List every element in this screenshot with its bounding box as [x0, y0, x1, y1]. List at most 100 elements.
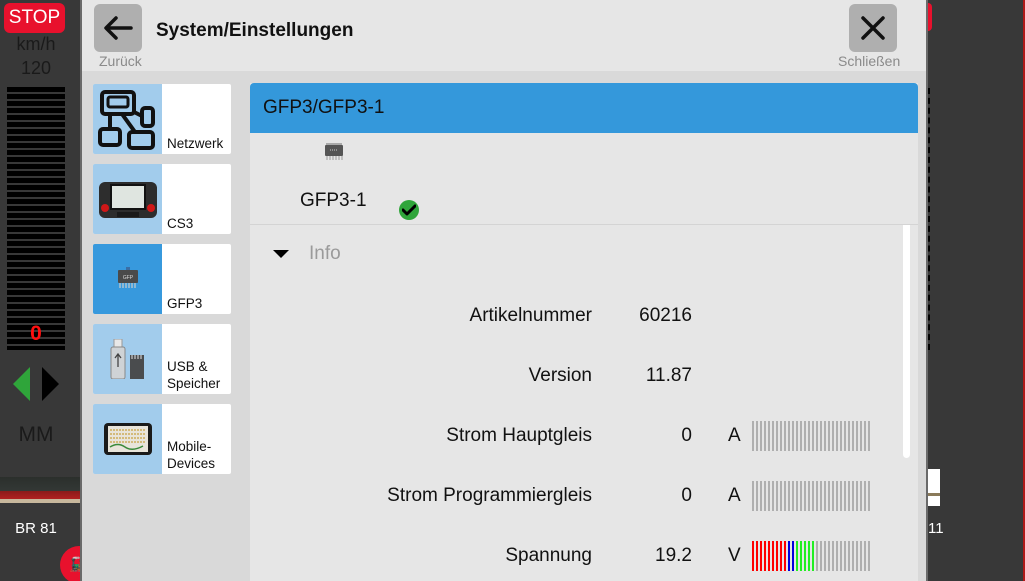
sidebar-item-gfp3[interactable]: GFP GFP3 — [93, 244, 231, 314]
level-meter — [752, 421, 870, 451]
meter-segment — [824, 481, 826, 511]
meter-segment — [860, 541, 862, 571]
meter-segment — [832, 421, 834, 451]
meter-segment — [860, 421, 862, 451]
meter-segment — [856, 421, 858, 451]
meter-segment — [864, 421, 866, 451]
meter-segment — [808, 421, 810, 451]
stop-button[interactable]: STOP — [4, 3, 65, 33]
sidebar-item-netzwerk[interactable]: Netzwerk — [93, 84, 231, 154]
meter-segment — [840, 541, 842, 571]
meter-segment — [776, 541, 778, 571]
meter-segment — [780, 481, 782, 511]
section-label: Info — [309, 243, 341, 264]
meter-segment — [832, 541, 834, 571]
arrow-left-icon — [104, 16, 133, 40]
meter-segment — [764, 421, 766, 451]
row-label: Spannung — [505, 545, 592, 566]
device-name: GFP3-1 — [300, 190, 367, 211]
row-label: Version — [528, 365, 592, 386]
meter-segment — [844, 481, 846, 511]
meter-segment — [840, 481, 842, 511]
loco-name-right: 11 — [928, 520, 944, 537]
meter-segment — [868, 421, 870, 451]
meter-segment — [784, 541, 786, 571]
locomotive-image-right[interactable] — [928, 469, 940, 506]
meter-segment — [772, 481, 774, 511]
close-label[interactable]: Schließen — [838, 53, 900, 69]
loco-control-right: 11 — [928, 0, 1025, 581]
speed-slider-right[interactable] — [928, 88, 930, 350]
meter-segment — [816, 421, 818, 451]
meter-segment — [752, 481, 754, 511]
row-value: 11.87 — [645, 365, 692, 386]
speed-value: 0 — [30, 322, 42, 345]
chip-icon — [324, 143, 344, 166]
close-button[interactable] — [849, 4, 897, 52]
back-button[interactable] — [94, 4, 142, 52]
meter-segment — [868, 481, 870, 511]
meter-segment — [784, 421, 786, 451]
meter-segment — [864, 481, 866, 511]
row-unit: A — [728, 425, 741, 446]
panel-title: GFP3/GFP3-1 — [263, 97, 385, 118]
sidebar-item-label: GFP3 — [167, 296, 203, 311]
meter-segment — [836, 421, 838, 451]
row-label: Strom Hauptgleis — [446, 425, 592, 446]
meter-segment — [760, 421, 762, 451]
meter-segment — [788, 421, 790, 451]
level-meter — [752, 481, 870, 511]
sidebar-item-label: Mobile- Devices — [167, 439, 216, 471]
meter-segment — [812, 541, 814, 571]
meter-segment — [796, 481, 798, 511]
meter-segment — [828, 481, 830, 511]
meter-segment — [772, 421, 774, 451]
meter-segment — [824, 541, 826, 571]
meter-segment — [816, 541, 818, 571]
speed-slider[interactable] — [7, 87, 65, 350]
info-row-spannung: Spannung 19.2 V — [250, 541, 918, 571]
settings-sidebar: Netzwerk CS3 GFP GFP3 USB & Speicher Mob… — [93, 84, 231, 484]
meter-segment — [804, 421, 806, 451]
direction-right-icon[interactable] — [42, 367, 59, 401]
direction-left-icon[interactable] — [13, 367, 30, 401]
device-panel: GFP3/GFP3-1 GFP3-1 Info Artikelnummer 60… — [250, 83, 918, 581]
meter-segment — [840, 421, 842, 451]
sidebar-item-cs3[interactable]: CS3 — [93, 164, 231, 234]
meter-segment — [792, 541, 794, 571]
meter-segment — [788, 481, 790, 511]
meter-segment — [808, 541, 810, 571]
meter-segment — [764, 541, 766, 571]
stop-button-right[interactable] — [928, 3, 932, 31]
info-section-toggle[interactable]: Info — [273, 243, 341, 265]
back-label[interactable]: Zurück — [99, 53, 142, 69]
meter-segment — [864, 541, 866, 571]
meter-segment — [856, 541, 858, 571]
caret-down-icon — [273, 250, 289, 258]
scrollbar[interactable] — [903, 225, 910, 458]
row-value: 0 — [681, 485, 692, 506]
meter-segment — [796, 541, 798, 571]
meter-segment — [808, 481, 810, 511]
panel-header: GFP3/GFP3-1 — [250, 83, 918, 133]
meter-segment — [860, 481, 862, 511]
meter-segment — [852, 481, 854, 511]
row-value: 0 — [681, 425, 692, 446]
sidebar-item-usb-speicher[interactable]: USB & Speicher — [93, 324, 231, 394]
meter-segment — [824, 421, 826, 451]
sidebar-item-mobile-devices[interactable]: Mobile- Devices — [93, 404, 231, 474]
meter-segment — [844, 421, 846, 451]
info-row-artikelnummer: Artikelnummer 60216 — [250, 301, 918, 331]
meter-segment — [768, 481, 770, 511]
row-label: Strom Programmiergleis — [387, 485, 592, 506]
check-icon — [399, 200, 419, 220]
close-icon — [861, 16, 885, 40]
meter-segment — [804, 541, 806, 571]
meter-segment — [836, 481, 838, 511]
meter-segment — [776, 421, 778, 451]
modal-title: System/Einstellungen — [156, 20, 354, 41]
meter-segment — [800, 421, 802, 451]
meter-segment — [800, 541, 802, 571]
locomotive-image[interactable] — [0, 473, 80, 507]
modal-header: Zurück System/Einstellungen Schließen — [82, 0, 926, 71]
